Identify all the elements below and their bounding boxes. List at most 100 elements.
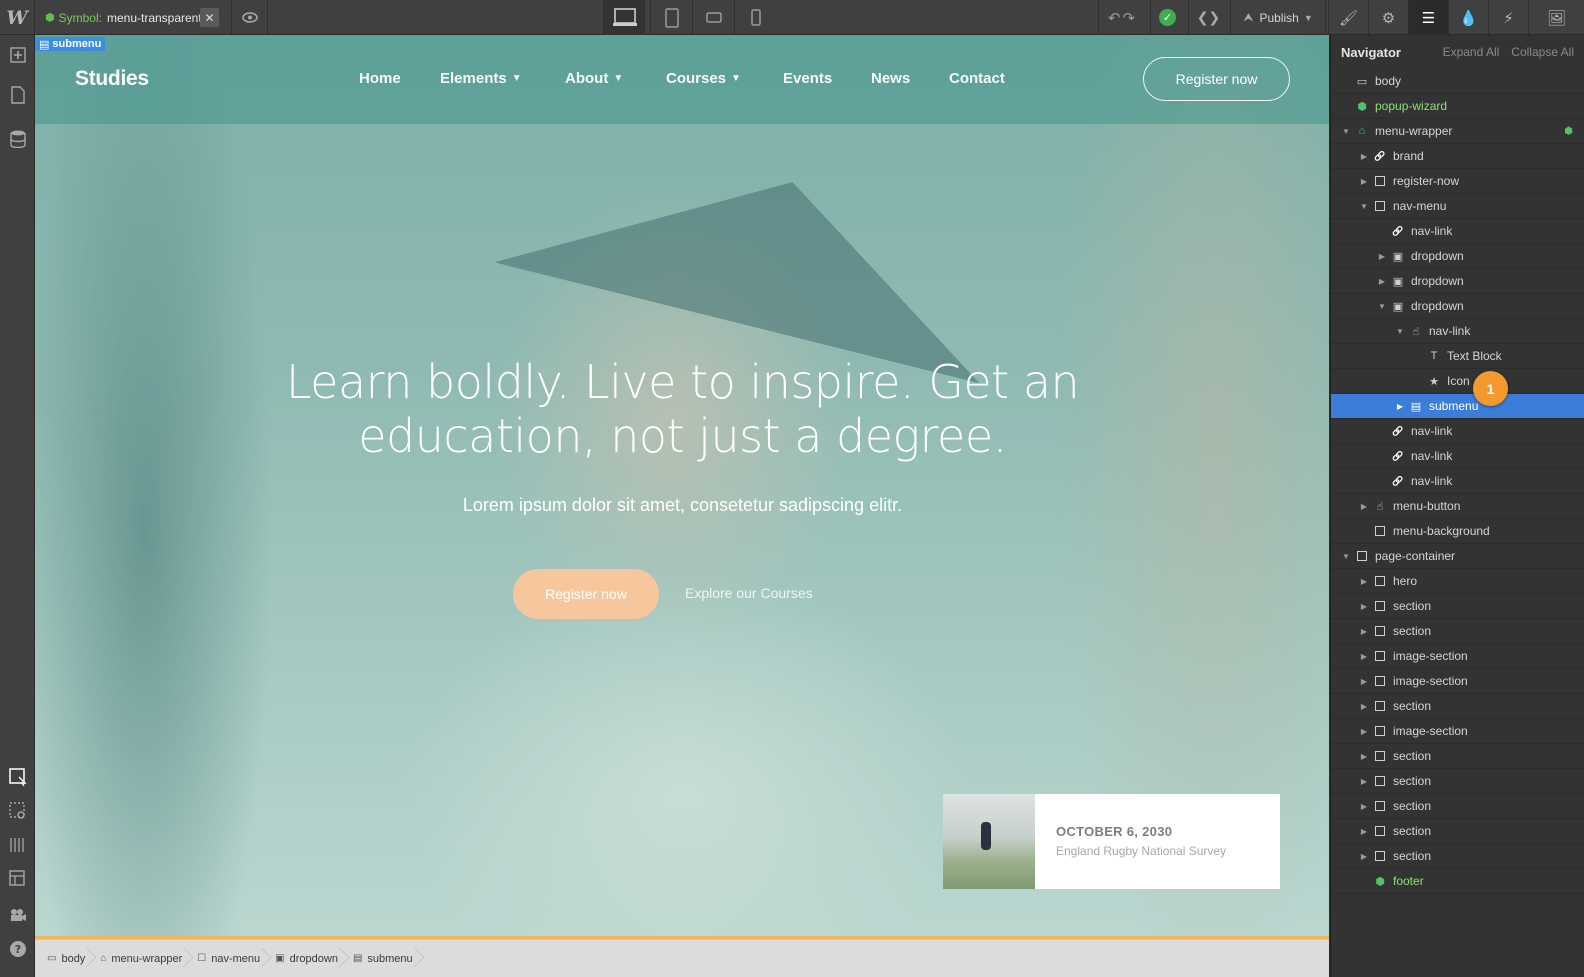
navigator-row-section[interactable]: ▶ section	[1331, 844, 1584, 869]
caret-right-icon[interactable]: ▶	[1357, 727, 1371, 736]
hero-heading[interactable]: Learn boldly. Live to inspire. Get an ed…	[225, 355, 1140, 463]
navigator-row-dropdown[interactable]: ▶ ▣ dropdown	[1331, 244, 1584, 269]
navigator-row-footer[interactable]: ⬢ footer	[1331, 869, 1584, 894]
navigator-row-section[interactable]: ▶ section	[1331, 594, 1584, 619]
caret-down-icon[interactable]: ▼	[1357, 202, 1371, 211]
breadcrumb-item-menu-wrapper[interactable]: ⌂ menu-wrapper	[94, 940, 191, 977]
explore-courses-link[interactable]: Explore our Courses	[685, 585, 813, 601]
nav-link-events[interactable]: Events	[783, 70, 832, 87]
site-brand[interactable]: Studies	[75, 67, 149, 91]
navigator-row-section[interactable]: ▶ section	[1331, 769, 1584, 794]
navigator-row-image-section[interactable]: ▶ image-section	[1331, 669, 1584, 694]
hero-subheading[interactable]: Lorem ipsum dolor sit amet, consetetur s…	[365, 495, 1000, 516]
navigator-row-register-now[interactable]: ▶ register-now	[1331, 169, 1584, 194]
breadcrumb-item-nav-menu[interactable]: ☐ nav-menu	[191, 940, 269, 977]
caret-right-icon[interactable]: ▶	[1357, 652, 1371, 661]
pages-icon[interactable]	[0, 79, 35, 111]
navigator-row-body[interactable]: ▭ body	[1331, 69, 1584, 94]
navigator-row-section[interactable]: ▶ section	[1331, 819, 1584, 844]
navigator-row-menu-button[interactable]: ▶ ☝ menu-button	[1331, 494, 1584, 519]
site-status-check-icon[interactable]: ✓	[1150, 0, 1184, 35]
nav-link-news[interactable]: News	[871, 70, 910, 87]
caret-down-icon[interactable]: ▼	[1375, 302, 1389, 311]
caret-right-icon[interactable]: ▶	[1357, 852, 1371, 861]
caret-right-icon[interactable]: ▶	[1357, 802, 1371, 811]
navigator-row-text-block[interactable]: T Text Block	[1331, 344, 1584, 369]
design-canvas[interactable]: Studies Home Elements ▼ About ▼ Courses ▼ E…	[35, 35, 1329, 937]
nav-link-contact[interactable]: Contact	[949, 70, 1005, 87]
expand-all-button[interactable]: Expand All	[1443, 45, 1500, 59]
caret-down-icon[interactable]: ▼	[1339, 127, 1353, 136]
add-element-icon[interactable]	[0, 39, 35, 71]
navigator-row-section[interactable]: ▶ section	[1331, 619, 1584, 644]
webflow-logo[interactable]: W	[0, 0, 35, 35]
preview-hidden-icon[interactable]	[0, 795, 35, 827]
navigator-row-nav-link[interactable]: 🔗 nav-link	[1331, 219, 1584, 244]
layout-guides-icon[interactable]	[0, 863, 35, 895]
grid-overlay-icon[interactable]	[0, 829, 35, 861]
assets-images-icon[interactable]: 🖼	[1528, 0, 1584, 35]
nav-dropdown-about[interactable]: About ▼	[565, 70, 623, 87]
navigator-row-dropdown[interactable]: ▼ ▣ dropdown	[1331, 294, 1584, 319]
caret-down-icon[interactable]: ▼	[1393, 327, 1407, 336]
header-register-button[interactable]: Register now	[1143, 57, 1290, 101]
caret-right-icon[interactable]: ▶	[1375, 277, 1389, 286]
navigator-row-nav-link[interactable]: ▼ ☝ nav-link	[1331, 319, 1584, 344]
breadcrumb-item-body[interactable]: ▭ body	[41, 940, 94, 977]
caret-right-icon[interactable]: ▶	[1357, 577, 1371, 586]
caret-right-icon[interactable]: ▶	[1357, 677, 1371, 686]
navigator-row-nav-link[interactable]: 🔗 nav-link	[1331, 444, 1584, 469]
publish-button[interactable]: ⮝ Publish ▼	[1230, 0, 1326, 35]
caret-down-icon[interactable]: ▼	[1339, 552, 1353, 561]
settings-gear-icon[interactable]: ⚙	[1368, 0, 1408, 35]
desktop-breakpoint-icon[interactable]	[603, 0, 645, 35]
navigator-row-nav-link[interactable]: 🔗 nav-link	[1331, 469, 1584, 494]
help-question-icon[interactable]: ?	[0, 933, 35, 965]
navigator-row-dropdown[interactable]: ▶ ▣ dropdown	[1331, 269, 1584, 294]
caret-right-icon[interactable]: ▶	[1357, 177, 1371, 186]
cms-database-icon[interactable]	[0, 123, 35, 155]
mobile-portrait-breakpoint-icon[interactable]	[734, 0, 776, 35]
navigator-row-nav-menu[interactable]: ▼ nav-menu	[1331, 194, 1584, 219]
breadcrumb-item-submenu[interactable]: ▤ submenu	[347, 940, 422, 977]
undo-redo-icons[interactable]: ↶↷	[1098, 0, 1146, 35]
nav-dropdown-courses[interactable]: Courses ▼	[666, 70, 741, 87]
navigator-row-section[interactable]: ▶ section	[1331, 694, 1584, 719]
style-brush-icon[interactable]: 🖌	[1328, 0, 1368, 35]
symbol-editing-tab[interactable]: ⬢ Symbol: menu-transparent ✕	[36, 0, 232, 35]
caret-right-icon[interactable]: ▶	[1357, 502, 1371, 511]
navigator-row-page-container[interactable]: ▼ page-container	[1331, 544, 1584, 569]
style-manager-drops-icon[interactable]: 💧	[1448, 0, 1488, 35]
navigator-row-image-section[interactable]: ▶ image-section	[1331, 644, 1584, 669]
navigator-row-nav-link[interactable]: 🔗 nav-link	[1331, 419, 1584, 444]
caret-right-icon[interactable]: ▶	[1357, 777, 1371, 786]
tablet-breakpoint-icon[interactable]	[650, 0, 692, 35]
mobile-landscape-breakpoint-icon[interactable]	[692, 0, 734, 35]
navigator-row-hero[interactable]: ▶ hero	[1331, 569, 1584, 594]
video-tutorials-icon[interactable]	[0, 899, 35, 931]
select-element-icon[interactable]	[0, 761, 35, 793]
navigator-row-popup-wizard[interactable]: ⬢ popup-wizard	[1331, 94, 1584, 119]
navigator-row-icon[interactable]: ★ Icon	[1331, 369, 1584, 394]
close-symbol-button[interactable]: ✕	[200, 8, 219, 27]
caret-right-icon[interactable]: ▶	[1357, 152, 1371, 161]
navigator-row-section[interactable]: ▶ section	[1331, 744, 1584, 769]
breadcrumb-item-dropdown[interactable]: ▣ dropdown	[269, 940, 347, 977]
hero-register-button[interactable]: Register now	[513, 569, 659, 619]
caret-right-icon[interactable]: ▶	[1375, 252, 1389, 261]
navigator-row-menu-wrapper[interactable]: ▼ ⌂ menu-wrapper ⬢	[1331, 119, 1584, 144]
caret-right-icon[interactable]: ▶	[1357, 627, 1371, 636]
caret-right-icon[interactable]: ▶	[1393, 402, 1407, 411]
interactions-bolt-icon[interactable]: ⚡	[1488, 0, 1528, 35]
nav-link-home[interactable]: Home	[359, 70, 401, 87]
caret-right-icon[interactable]: ▶	[1357, 702, 1371, 711]
navigator-row-brand[interactable]: ▶ 🔗 brand	[1331, 144, 1584, 169]
export-code-icon[interactable]: ❮❯	[1188, 0, 1228, 35]
caret-right-icon[interactable]: ▶	[1357, 752, 1371, 761]
navigator-row-submenu[interactable]: ▶ ▤ submenu	[1331, 394, 1584, 419]
navigator-row-menu-background[interactable]: menu-background	[1331, 519, 1584, 544]
nav-dropdown-elements[interactable]: Elements ▼	[440, 70, 522, 87]
navigator-row-image-section[interactable]: ▶ image-section	[1331, 719, 1584, 744]
caret-right-icon[interactable]: ▶	[1357, 602, 1371, 611]
event-card[interactable]: OCTOBER 6, 2030 England Rugby National S…	[943, 794, 1280, 889]
